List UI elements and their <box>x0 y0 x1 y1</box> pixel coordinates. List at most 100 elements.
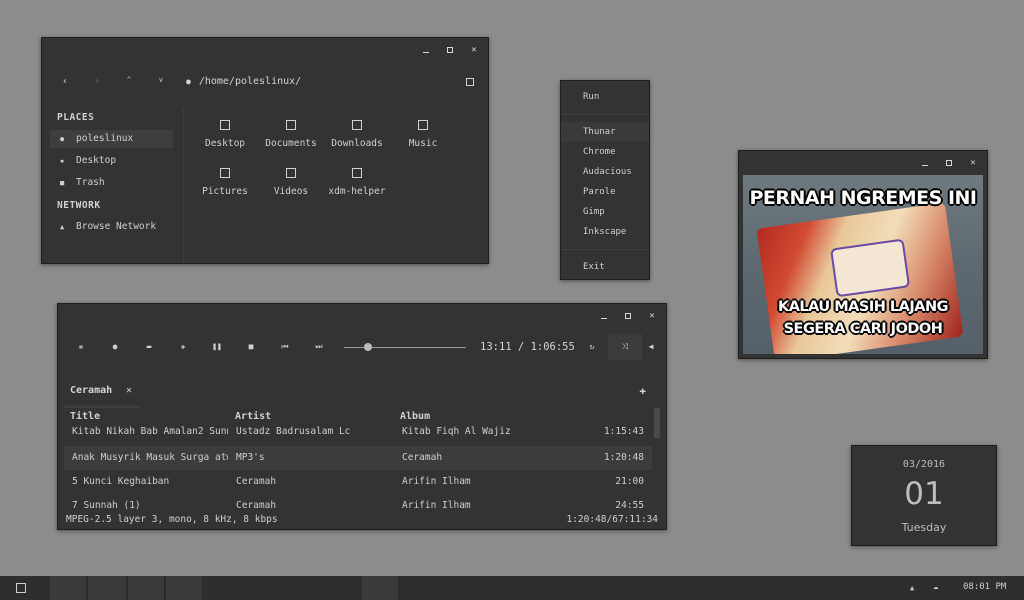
back-icon[interactable]: ‹ <box>60 76 70 87</box>
maximize-button[interactable] <box>444 44 456 56</box>
player-controls: ❋ ● ▬ ✚ ❚❚ ■ ⏮ ⏭ 13:11 / 1:06:55 ↻ ⤨ ◀ <box>58 334 666 360</box>
package-label <box>830 238 911 298</box>
chevron-down-icon[interactable]: v <box>156 76 166 87</box>
sidebar-item-home[interactable]: ● poleslinux <box>50 130 173 148</box>
music-icon <box>418 120 428 130</box>
table-row[interactable]: Anak Musyrik Masuk Surga atw … MP3's Cer… <box>64 446 652 470</box>
folder-label: Pictures <box>202 186 248 197</box>
tab-ceramah[interactable]: Ceramah ✕ <box>64 380 140 408</box>
repeat-icon[interactable]: ↻ <box>585 340 599 354</box>
folder-downloads[interactable]: Downloads <box>322 120 392 149</box>
menu-item-gimp[interactable]: Gimp <box>561 202 649 222</box>
taskbar-item[interactable] <box>362 576 399 600</box>
sidebar-item-trash[interactable]: ■ Trash <box>50 174 173 192</box>
menu-item-parole[interactable]: Parole <box>561 182 649 202</box>
close-button[interactable]: ✕ <box>646 310 658 322</box>
track-length: 21:00 <box>615 476 644 487</box>
taskbar-clock[interactable]: 08:01 PM <box>963 582 1006 592</box>
track-album: Arifin Ilham <box>402 476 471 487</box>
sidebar-item-label: Browse Network <box>76 221 157 232</box>
menu-separator <box>561 114 649 115</box>
playlist-header: Title Artist Album <box>64 411 658 425</box>
table-row[interactable]: Kitab Nikah Bab Amalan2 Sunna… Ustadz Ba… <box>64 426 652 442</box>
folder-music[interactable]: Music <box>388 120 458 149</box>
sidebar: PLACES ● poleslinux ▪ Desktop ■ Trash NETWO… <box>42 108 184 263</box>
taskbar-item[interactable] <box>50 576 87 600</box>
start-menu-icon[interactable] <box>16 583 26 593</box>
status-bar: MPEG-2.5 layer 3, mono, 8 kHz, 8 kbps 1:… <box>66 514 658 525</box>
menu-item-thunar[interactable]: Thunar <box>561 122 649 142</box>
menu-icon[interactable]: ❋ <box>74 340 88 354</box>
menu-item-chrome[interactable]: Chrome <box>561 142 649 162</box>
column-album[interactable]: Album <box>400 411 430 422</box>
user-icon: ● <box>60 135 65 143</box>
download-icon <box>352 120 362 130</box>
close-button[interactable]: ✕ <box>967 157 979 169</box>
menu-item-run[interactable]: Run <box>561 87 649 107</box>
maximize-button[interactable] <box>943 157 955 169</box>
folder-pictures[interactable]: Pictures <box>190 168 260 197</box>
taskbar-item[interactable] <box>88 576 127 600</box>
weekday: Tuesday <box>901 521 947 534</box>
column-title[interactable]: Title <box>70 411 100 422</box>
minimize-button[interactable] <box>420 44 432 56</box>
menu-item-inkscape[interactable]: Inkscape <box>561 222 649 242</box>
sidebar-item-browse-network[interactable]: ▲ Browse Network <box>50 218 173 236</box>
tab-label: Ceramah <box>70 385 113 396</box>
column-artist[interactable]: Artist <box>235 411 271 422</box>
shuffle-icon[interactable]: ⤨ <box>618 340 632 354</box>
menu-item-exit[interactable]: Exit <box>561 257 649 277</box>
add-icon[interactable]: ✚ <box>176 340 190 354</box>
minimize-button[interactable] <box>598 310 610 322</box>
folder-label: Documents <box>265 138 317 149</box>
up-icon[interactable]: ^ <box>124 76 134 87</box>
next-icon[interactable]: ⏭ <box>312 340 326 354</box>
cloud-icon[interactable]: ☁ <box>933 582 938 592</box>
sidebar-item-desktop[interactable]: ▪ Desktop <box>50 152 173 170</box>
maximize-button[interactable] <box>622 310 634 322</box>
calendar-widget: 03/2016 01 Tuesday <box>851 445 997 546</box>
scrollbar[interactable] <box>654 408 660 438</box>
previous-icon[interactable]: ⏮ <box>278 340 292 354</box>
pause-icon[interactable]: ❚❚ <box>210 340 224 354</box>
close-tab-icon[interactable]: ✕ <box>126 385 132 396</box>
folder-videos[interactable]: Videos <box>256 168 326 197</box>
seek-slider[interactable] <box>344 343 466 351</box>
day-number: 01 <box>904 476 944 512</box>
menu-separator <box>561 249 649 250</box>
tray-expand-icon[interactable]: ▲ <box>910 584 914 592</box>
stop-icon[interactable]: ■ <box>244 340 258 354</box>
taskbar-item[interactable] <box>128 576 165 600</box>
taskbar-item[interactable] <box>166 576 203 600</box>
track-album: Kitab Fiqh Al Wajiz <box>402 426 511 437</box>
folder-icon <box>220 120 230 130</box>
folder-documents[interactable]: Documents <box>256 120 326 149</box>
seek-handle[interactable] <box>364 343 373 351</box>
table-row[interactable]: 5 Kunci Keghaiban Ceramah Arifin Ilham 2… <box>64 470 652 494</box>
path-text: /home/poleslinux/ <box>198 76 302 87</box>
track-title: 5 Kunci Keghaiban <box>72 476 170 487</box>
folder-label: xdm-helper <box>328 186 386 197</box>
places-heading: PLACES <box>57 112 95 123</box>
folder-label: Music <box>408 138 438 149</box>
record-icon[interactable]: ● <box>108 340 122 354</box>
user-icon: ● <box>186 77 191 86</box>
open-folder-icon[interactable]: ▬ <box>142 340 156 354</box>
add-playlist-icon[interactable]: ✚ <box>639 384 646 397</box>
video-icon <box>286 168 296 178</box>
close-button[interactable]: ✕ <box>468 44 480 56</box>
forward-icon[interactable]: › <box>92 76 102 87</box>
minimize-button[interactable] <box>919 157 931 169</box>
folder-desktop[interactable]: Desktop <box>190 120 260 149</box>
trash-icon: ■ <box>60 179 65 187</box>
app-menu: Run Thunar Chrome Audacious Parole Gimp … <box>560 80 650 280</box>
navigation-buttons: ‹ › ^ v <box>60 76 166 87</box>
volume-icon[interactable]: ◀ <box>644 340 658 354</box>
folder-xdm-helper[interactable]: xdm-helper <box>322 168 392 197</box>
folder-icon <box>352 168 362 178</box>
playlist-tabbar: Ceramah ✕ ✚ <box>58 380 666 408</box>
document-icon <box>286 120 296 130</box>
view-toggle-icon[interactable] <box>466 78 474 86</box>
menu-item-audacious[interactable]: Audacious <box>561 162 649 182</box>
location-bar[interactable]: ● /home/poleslinux/ <box>186 76 301 87</box>
